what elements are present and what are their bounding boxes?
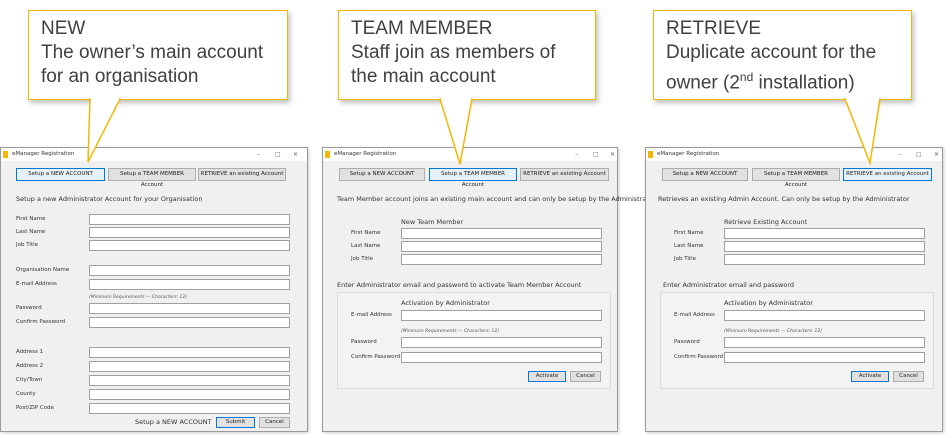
callout-pointer — [843, 97, 881, 166]
